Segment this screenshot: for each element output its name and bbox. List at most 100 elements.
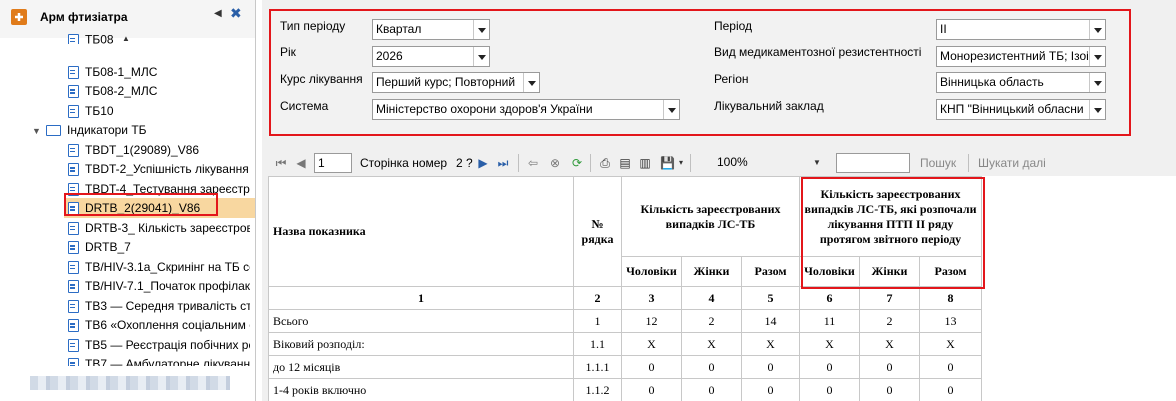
row-name-cell: Віковий розподіл: xyxy=(268,332,574,356)
document-icon xyxy=(68,280,79,294)
toolbar-separator xyxy=(590,154,591,172)
region-select[interactable]: Вінницька область xyxy=(936,72,1106,93)
prev-page-icon[interactable]: ◀ xyxy=(294,156,308,170)
tree-item-label: ТВ5 — Реєстрація побічних ре xyxy=(85,337,250,352)
subheader-cell: Жінки xyxy=(681,256,742,287)
period-select[interactable]: II xyxy=(936,19,1106,40)
system-select[interactable]: Міністерство охорони здоров'я України xyxy=(372,99,680,120)
tree-item-label: ТБ08 xyxy=(85,34,114,44)
row-name-cell: Всього xyxy=(268,309,574,333)
find-next-link[interactable]: Шукати далі xyxy=(978,156,1046,170)
page-label: Сторінка номер xyxy=(360,156,448,170)
app-logo-icon xyxy=(11,9,27,25)
value-cell: 2 xyxy=(681,309,742,333)
tree-item[interactable]: DRTB_2(29041)_V86 xyxy=(64,198,255,218)
pin-icon[interactable]: ✖ xyxy=(230,5,242,22)
export-dropdown-icon[interactable]: ▾ xyxy=(674,156,688,170)
tree-item[interactable]: TB/HIV-3.1a_Скринінг на ТБ се xyxy=(68,257,250,277)
tree-item-label: TB/HIV-3.1a_Скринінг на ТБ се xyxy=(85,259,250,274)
value-cell: X xyxy=(859,332,920,356)
period-type-label: Тип періоду xyxy=(280,19,346,33)
subheader-cell: Чоловіки xyxy=(799,256,860,287)
page-setup-icon[interactable]: ▥ xyxy=(638,156,652,170)
last-page-icon[interactable]: ⏭ xyxy=(496,156,510,170)
value-cell: 0 xyxy=(919,355,982,379)
value-cell: X xyxy=(621,332,682,356)
document-icon xyxy=(68,34,79,44)
subheader-cell: Чоловіки xyxy=(621,256,682,287)
value-cell: 0 xyxy=(799,355,860,379)
next-page-icon[interactable]: ▶ xyxy=(476,156,490,170)
sidebar-footer xyxy=(0,366,255,401)
column-number-cell: 1 xyxy=(268,286,574,310)
document-icon xyxy=(68,104,79,118)
expand-caret-icon[interactable]: ▼ xyxy=(32,121,42,140)
page-number-input[interactable]: 1 xyxy=(314,153,352,173)
course-label: Курс лікування xyxy=(280,72,363,86)
tree-item[interactable]: ТБ08-1_МЛС xyxy=(68,62,250,82)
tree-item-label: TB/HIV-7.1_Початок профілак xyxy=(85,279,250,293)
chevron-down-icon xyxy=(1089,100,1105,119)
tree-item[interactable]: ТБ08-2_МЛС xyxy=(68,81,250,101)
stop-icon[interactable]: ⊗ xyxy=(548,156,562,170)
year-label: Рік xyxy=(280,45,296,59)
tree-item[interactable]: ТБ10 xyxy=(68,101,250,121)
refresh-icon[interactable]: ⟳ xyxy=(570,156,584,170)
value-cell: 0 xyxy=(741,355,800,379)
search-input[interactable] xyxy=(836,153,910,173)
tree-item[interactable]: ТВ3 — Середня тривалість ста xyxy=(68,296,250,316)
sidebar-header: Арм фтизіатра ◀ ✖ ▲ xyxy=(0,0,255,43)
back-icon[interactable]: ⇦ xyxy=(526,156,540,170)
tree-folder[interactable]: ▼ Індикатори ТБ xyxy=(32,120,250,140)
value-cell: 11 xyxy=(799,309,860,333)
tree-item[interactable]: TBDT-2_Успішність лікування с xyxy=(68,159,250,179)
zoom-dropdown-icon[interactable]: ▼ xyxy=(810,156,824,170)
column-number-row: 12345678 xyxy=(268,286,982,310)
year-select[interactable]: 2026 xyxy=(372,46,490,67)
column-number-cell: 8 xyxy=(919,286,982,310)
document-icon xyxy=(68,182,79,196)
tree-item[interactable]: TB/HIV-7.1_Початок профілак xyxy=(68,276,250,296)
resistance-label: Вид медикаментозної резистентності xyxy=(714,45,922,59)
row-name-cell: 1-4 років включно xyxy=(268,378,574,401)
find-link[interactable]: Пошук xyxy=(920,156,956,170)
chevron-down-icon xyxy=(473,20,489,39)
table-row: Віковий розподіл: 1.1 X X X X X X xyxy=(268,332,982,356)
table-row: до 12 місяців 1.1.1 0 0 0 0 0 0 xyxy=(268,355,982,379)
period-type-select[interactable]: Квартал xyxy=(372,19,490,40)
print-layout-icon[interactable]: ▤ xyxy=(618,156,632,170)
column-group-registered: Кількість зареєстрованих випадків ЛС-ТБ xyxy=(621,176,800,257)
report-view: Назва показника № рядка Кількість зареєс… xyxy=(268,176,1176,401)
course-select[interactable]: Перший курс; Повторний xyxy=(372,72,540,93)
tree-item[interactable]: DRTB-3_ Кількість зареєстрова xyxy=(68,218,250,238)
value-cell: X xyxy=(919,332,982,356)
print-icon[interactable]: ⎙ xyxy=(598,156,612,170)
export-icon[interactable]: 💾 xyxy=(660,156,675,170)
first-page-icon[interactable]: ⏮ xyxy=(274,156,288,170)
collapse-left-icon[interactable]: ◀ xyxy=(214,8,222,19)
subheader-cell: Жінки xyxy=(859,256,920,287)
tree-item[interactable]: ТБ08 xyxy=(68,34,250,44)
tree-item-label: TBDT-2_Успішність лікування с xyxy=(85,162,250,176)
tree-item[interactable]: TBDT_1(29089)_V86 xyxy=(68,140,250,160)
toolbar-separator xyxy=(690,154,691,172)
row-number-cell: 1.1.2 xyxy=(573,378,622,401)
document-icon xyxy=(68,299,79,313)
value-cell: 0 xyxy=(741,378,800,401)
tree-item[interactable]: ТВ5 — Реєстрація побічних ре xyxy=(68,335,250,355)
chevron-down-icon xyxy=(1089,20,1105,39)
value-cell: 0 xyxy=(681,355,742,379)
tree-item-label: ТБ10 xyxy=(85,103,114,118)
chevron-down-icon xyxy=(1089,47,1105,66)
facility-select[interactable]: КНП "Вінницький обласни xyxy=(936,99,1106,120)
tree-item-label: ТВ3 — Середня тривалість ста xyxy=(85,298,250,313)
tree-item-label: TBDT-4_Тестування зареєстро xyxy=(85,181,250,196)
row-name-cell: до 12 місяців xyxy=(268,355,574,379)
value-cell: 0 xyxy=(621,355,682,379)
tree-item[interactable]: DRTB_7 xyxy=(68,237,250,257)
value-cell: 0 xyxy=(621,378,682,401)
tree-item[interactable]: TBDT-4_Тестування зареєстро xyxy=(68,179,250,199)
tree-item[interactable]: ТВ6 «Охоплення соціальним с xyxy=(68,315,250,335)
table-row: Всього 1 12 2 14 11 2 13 xyxy=(268,309,982,333)
resistance-select[interactable]: Монорезистентний ТБ; Ізоі xyxy=(936,46,1106,67)
